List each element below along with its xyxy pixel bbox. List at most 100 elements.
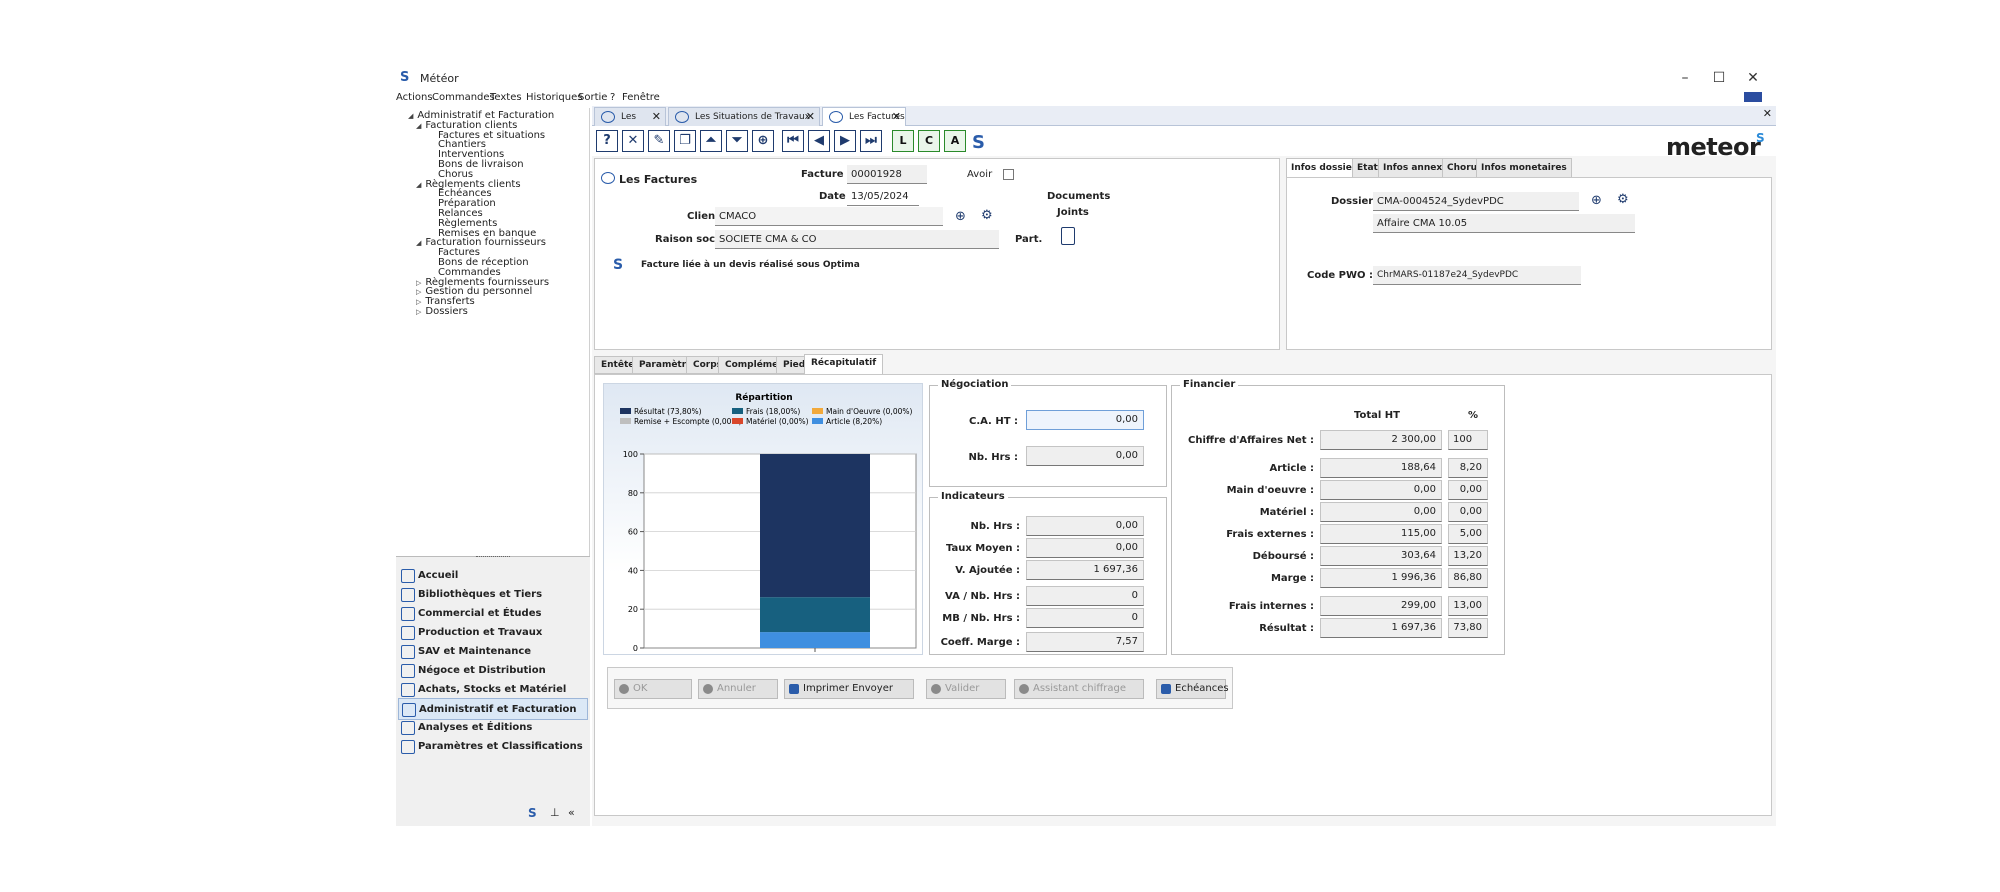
- menu-item-5[interactable]: ?: [610, 92, 615, 103]
- financial-percent[interactable]: 73,80: [1448, 618, 1488, 638]
- financial-percent[interactable]: 0,00: [1448, 502, 1488, 522]
- dossier-tab[interactable]: Infos monetaires: [1476, 158, 1572, 178]
- move-up-button[interactable]: ⏶: [700, 130, 722, 152]
- client-search-icon[interactable]: ⊕: [955, 209, 966, 224]
- link-a-button[interactable]: A: [944, 130, 966, 152]
- collapse-icon[interactable]: «: [568, 806, 575, 819]
- dossier-field[interactable]: CMA-0004524_SydevPDC: [1373, 192, 1579, 211]
- financial-percent[interactable]: 100: [1448, 430, 1488, 450]
- close-button[interactable]: ✕: [1738, 68, 1768, 88]
- language-flag-icon[interactable]: [1744, 92, 1762, 102]
- financial-total[interactable]: 2 300,00: [1320, 430, 1442, 450]
- menu-item-4[interactable]: Sortie: [578, 92, 607, 103]
- raison-sociale-field[interactable]: SOCIETE CMA & CO: [715, 230, 999, 249]
- indicator-value[interactable]: 7,57: [1026, 632, 1144, 652]
- action-button[interactable]: OK: [614, 679, 692, 699]
- expand-open-icon[interactable]: ◢: [416, 181, 421, 189]
- indicator-value[interactable]: 0,00: [1026, 516, 1144, 536]
- document-tab[interactable]: Les clients✕: [594, 107, 666, 140]
- action-button[interactable]: Assistant chiffrage: [1014, 679, 1144, 699]
- move-down-button[interactable]: ⏷: [726, 130, 748, 152]
- financial-total[interactable]: 303,64: [1320, 546, 1442, 566]
- pin-icon[interactable]: ⊥: [550, 806, 560, 819]
- maximize-button[interactable]: ☐: [1704, 68, 1734, 88]
- indicator-value[interactable]: 1 697,36: [1026, 560, 1144, 580]
- action-icon: [931, 684, 941, 694]
- menu-item-6[interactable]: Fenêtre: [622, 92, 660, 103]
- facture-number-field[interactable]: 00001928: [847, 165, 927, 184]
- expand-open-icon[interactable]: ◢: [416, 122, 421, 130]
- nav-item[interactable]: Paramètres et Classifications: [398, 736, 588, 758]
- action-button[interactable]: Echéances: [1156, 679, 1229, 699]
- menu-item-1[interactable]: Commandes: [432, 92, 495, 103]
- link-l-button[interactable]: L: [892, 130, 914, 152]
- expand-closed-icon[interactable]: ▷: [416, 288, 421, 296]
- financial-total[interactable]: 0,00: [1320, 480, 1442, 500]
- expand-closed-icon[interactable]: ▷: [416, 298, 421, 306]
- dossier-settings-gear-icon[interactable]: ⚙: [1617, 192, 1629, 207]
- minimize-button[interactable]: –: [1670, 68, 1700, 88]
- financial-total[interactable]: 115,00: [1320, 524, 1442, 544]
- expand-closed-icon[interactable]: ▷: [416, 279, 421, 287]
- expand-closed-icon[interactable]: ▷: [416, 308, 421, 316]
- first-record-button[interactable]: ⏮: [782, 130, 804, 152]
- financial-total[interactable]: 1 697,36: [1320, 618, 1442, 638]
- splitter-grip[interactable]: [476, 556, 510, 559]
- ca-ht-input[interactable]: 0,00: [1026, 410, 1144, 430]
- financial-percent[interactable]: 5,00: [1448, 524, 1488, 544]
- optima-sync-icon[interactable]: S: [972, 132, 985, 153]
- menu-item-3[interactable]: Historiques: [526, 92, 582, 103]
- avoir-checkbox[interactable]: [1003, 169, 1014, 180]
- sync-icon[interactable]: S: [528, 806, 537, 820]
- edit-button[interactable]: ✎: [648, 130, 670, 152]
- indicator-value[interactable]: 0: [1026, 608, 1144, 628]
- indicator-value[interactable]: 0,00: [1026, 538, 1144, 558]
- financial-percent[interactable]: 13,00: [1448, 596, 1488, 616]
- document-tab[interactable]: Les Situations de Travaux et Factures✕: [668, 107, 820, 140]
- duplicate-button[interactable]: ❐: [674, 130, 696, 152]
- delete-button[interactable]: ✕: [622, 130, 644, 152]
- financial-percent[interactable]: 13,20: [1448, 546, 1488, 566]
- financial-total[interactable]: 0,00: [1320, 502, 1442, 522]
- close-all-tabs-icon[interactable]: ✕: [1763, 107, 1772, 120]
- expand-open-icon[interactable]: ◢: [416, 239, 421, 247]
- client-settings-gear-icon[interactable]: ⚙: [981, 208, 993, 223]
- document-attachment-icon[interactable]: [1061, 227, 1075, 245]
- indicator-value[interactable]: 0: [1026, 586, 1144, 606]
- financial-percent[interactable]: 86,80: [1448, 568, 1488, 588]
- menu-item-2[interactable]: Textes: [490, 92, 522, 103]
- search-button[interactable]: ⊕: [752, 130, 774, 152]
- repartition-chart: Répartition Résultat (73,80%) Frais (18,00…: [603, 383, 923, 655]
- tree-item[interactable]: ◢ Facturation fournisseurs: [416, 237, 546, 248]
- financial-total[interactable]: 1 996,36: [1320, 568, 1442, 588]
- dossier-affaire-field[interactable]: Affaire CMA 10.05: [1373, 214, 1635, 233]
- help-button[interactable]: ?: [596, 130, 618, 152]
- neg-nb-hrs-input[interactable]: 0,00: [1026, 446, 1144, 466]
- title-bar: S Météor – ☐ ✕: [396, 66, 1776, 90]
- previous-record-button[interactable]: ◀: [808, 130, 830, 152]
- financial-percent[interactable]: 8,20: [1448, 458, 1488, 478]
- action-button[interactable]: Valider: [926, 679, 1006, 699]
- action-button[interactable]: Annuler: [698, 679, 778, 699]
- document-tab[interactable]: Les Factures ✕: [822, 107, 906, 126]
- indicator-label: Coeff. Marge :: [940, 637, 1020, 648]
- last-record-button[interactable]: ⏭: [860, 130, 882, 152]
- dossier-search-icon[interactable]: ⊕: [1591, 193, 1602, 208]
- close-tab-icon[interactable]: ✕: [806, 108, 815, 126]
- expand-open-icon[interactable]: ◢: [408, 112, 413, 120]
- detail-tab[interactable]: Récapitulatif: [804, 354, 884, 375]
- financial-percent[interactable]: 0,00: [1448, 480, 1488, 500]
- financial-total[interactable]: 188,64: [1320, 458, 1442, 478]
- legend-entry: Matériel (0,00%): [746, 417, 809, 426]
- link-c-button[interactable]: C: [918, 130, 940, 152]
- date-field[interactable]: 13/05/2024: [847, 187, 919, 206]
- code-pwo-field[interactable]: ChrMARS-01187e24_SydevPDC: [1373, 266, 1581, 285]
- financial-total[interactable]: 299,00: [1320, 596, 1442, 616]
- action-button[interactable]: Imprimer Envoyer: [784, 679, 914, 699]
- tree-item[interactable]: ▷ Dossiers: [416, 306, 468, 317]
- menu-item-0[interactable]: Actions: [396, 92, 433, 103]
- close-tab-icon[interactable]: ✕: [892, 108, 901, 126]
- close-tab-icon[interactable]: ✕: [652, 108, 661, 126]
- client-field[interactable]: CMACO: [715, 207, 943, 226]
- next-record-button[interactable]: ▶: [834, 130, 856, 152]
